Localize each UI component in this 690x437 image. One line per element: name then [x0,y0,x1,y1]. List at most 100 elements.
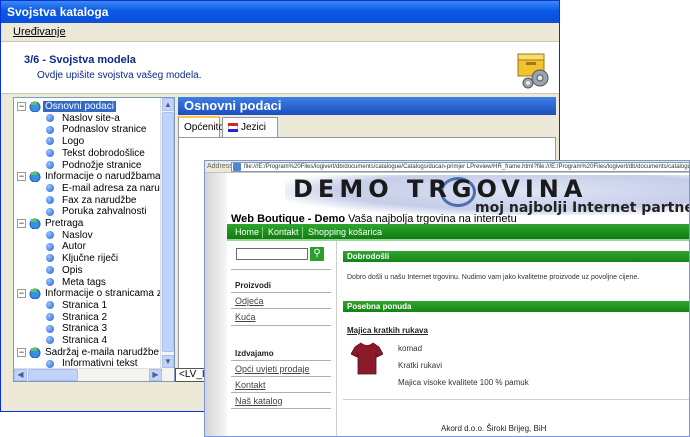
collapse-icon[interactable]: − [17,347,26,357]
nav-home[interactable]: Home [235,227,259,237]
divider [231,376,331,377]
tree-leaf-node[interactable]: Podnaslov stranice [46,124,149,136]
tree-group-node[interactable]: − Pretraga [17,218,85,230]
scroll-thumb[interactable] [162,112,174,352]
property-bullet-icon [46,137,54,146]
tree-group-node[interactable]: − Informacije o narudžbama [17,171,163,183]
welcome-header: Dobrodošli [343,251,689,262]
tree-leaf-node[interactable]: Ključne riječi [46,253,120,265]
tree-node-label: Informacije o stranicama za na [45,288,175,300]
search-icon[interactable]: ⚲ [310,247,324,261]
tab-languages[interactable]: Jezici [222,117,278,137]
tree-node-label: Stranica 1 [62,299,108,311]
tree-group-node[interactable]: − Informacije o stranicama za na [17,288,175,300]
product-title-link[interactable]: Majica kratkih rukava [347,326,428,335]
tree-leaf-node[interactable]: Naslov site-a [46,113,122,125]
tree-leaf-node[interactable]: Logo [46,136,86,148]
tree-leaf-node[interactable]: Fax za narudžbe [46,195,139,207]
divider [231,408,331,409]
site-search-input[interactable] [236,248,308,260]
scroll-left-icon[interactable]: ◀ [14,369,27,381]
divider [231,325,331,326]
tree-leaf-node[interactable]: Naslov [46,230,95,242]
tree-node-label: Naslov site-a [62,112,120,124]
tree-leaf-node[interactable]: Meta tags [46,277,108,289]
tree-leaf-node[interactable]: Podnožje stranice [46,160,144,172]
property-bullet-icon [46,207,54,216]
menu-edit[interactable]: Uređivanje [13,26,66,38]
group-icon [29,171,41,183]
step-title: 3/6 - Svojstva modela [24,54,136,66]
divider [231,269,331,270]
property-bullet-icon [46,336,54,345]
scroll-right-icon[interactable]: ▶ [149,369,162,381]
sidebar-link-terms[interactable]: Opći uvjeti prodaje [235,364,310,374]
property-bullet-icon [46,195,54,204]
tree-vertical-scrollbar[interactable]: ▲ ▼ [160,98,174,381]
sidebar-link-catalog[interactable]: Naš katalog [235,396,283,406]
tree-leaf-node[interactable]: E-mail adresa za narudžbe [46,183,174,195]
property-bullet-icon [46,114,54,123]
property-bullet-icon [46,301,54,310]
property-bullet-icon [46,254,54,263]
nav-cart[interactable]: Shopping košarica [308,227,382,237]
divider [231,308,331,309]
divider [231,292,331,293]
scroll-up-icon[interactable]: ▲ [162,98,174,111]
tab-general[interactable]: Općenito [178,116,224,138]
group-icon [29,288,41,300]
property-bullet-icon [46,160,54,169]
step-subtitle: Ovdje upišite svojstva vašeg modela. [37,70,202,81]
property-bullet-icon [46,277,54,286]
sidebar-heading-products: Proizvodi [235,281,272,290]
tab-general-label: Općenito [184,122,225,133]
product-description: Majica visoke kvalitete 100 % pamuk [398,378,529,387]
collapse-icon[interactable]: − [17,289,26,299]
tree-node-label: Podnožje stranice [62,159,142,171]
tree-node-label: Tekst dobrodošlice [62,147,145,159]
banner-title: DEMO TRGOVINA [293,175,588,203]
tree-node-label: Informacije o narudžbama [45,171,161,183]
properties-tree[interactable]: − Osnovni podaci Naslov site-a Podnaslov st… [13,97,175,382]
tree-leaf-node[interactable]: Stranica 3 [46,323,109,335]
hscroll-thumb[interactable] [28,369,78,381]
address-field[interactable]: file:///E:/Program%20Files/logivert/db/d… [231,162,689,172]
tree-leaf-node[interactable]: Stranica 4 [46,335,109,347]
group-icon [29,218,41,230]
tree-leaf-node[interactable]: Tekst dobrodošlice [46,148,147,160]
window-title[interactable]: Svojstva kataloga [1,1,559,23]
tree-horizontal-scrollbar[interactable]: ◀ ▶ [14,368,162,381]
tree-leaf-node[interactable]: Poruka zahvalnosti [46,206,149,218]
tree-node-label: Fax za narudžbe [62,194,137,206]
nav-contact[interactable]: Kontakt [268,227,299,237]
tree-node-label: Stranica 2 [62,311,108,323]
collapse-icon[interactable]: − [17,172,26,182]
sidebar-link-clothing[interactable]: Odjeća [235,296,264,306]
tree-node-label: Naslov [62,229,93,241]
site-preview-window: Address file:///E:/Program%20Files/logiv… [204,160,690,437]
tree-node-label: Stranica 4 [62,335,108,346]
tree-node-label: Opis [62,264,83,276]
tree-node-label: Pretraga [45,218,84,230]
tab-languages-label: Jezici [241,122,267,133]
tree-node-label: Ključne riječi [62,253,119,265]
address-bar: Address file:///E:/Program%20Files/logiv… [205,161,689,173]
tree-group-node[interactable]: − Sadržaj e-maila narudžbe [17,347,161,359]
collapse-icon[interactable]: − [17,219,26,228]
tree-group-node[interactable]: − Osnovni podaci [17,101,116,113]
sidebar-link-home[interactable]: Kuća [235,312,256,322]
tree-leaf-node[interactable]: Opis [46,265,85,277]
scroll-down-icon[interactable]: ▼ [162,355,174,368]
sidebar-link-contact[interactable]: Kontakt [235,380,266,390]
tree-leaf-node[interactable]: Stranica 2 [46,312,109,324]
divider [231,392,331,393]
page-icon [233,163,241,171]
offer-header: Posebna ponuda [343,301,689,312]
tree-leaf-node[interactable]: Autor [46,241,88,253]
tshirt-icon[interactable] [351,341,383,375]
tree-node-label: Sadržaj e-maila narudžbe [45,346,159,358]
address-label: Address [207,163,233,170]
product-sleeve: Kratki rukavi [398,361,443,370]
tree-leaf-node[interactable]: Stranica 1 [46,300,109,312]
collapse-icon[interactable]: − [17,102,26,111]
